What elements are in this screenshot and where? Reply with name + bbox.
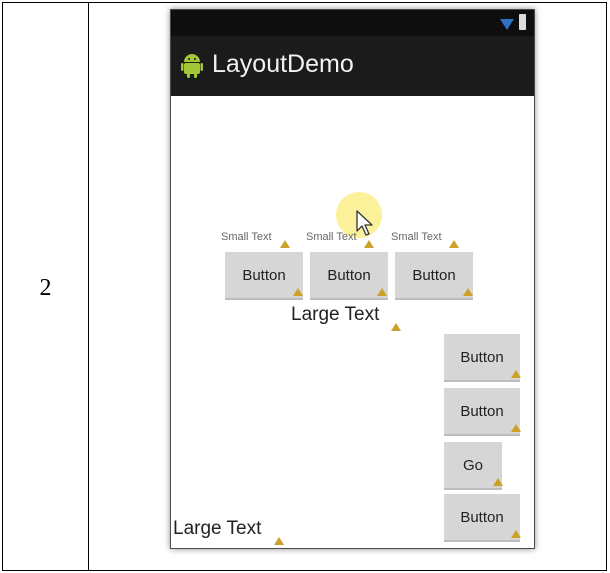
mouse-pointer-icon <box>356 210 373 236</box>
app-title: LayoutDemo <box>212 50 354 78</box>
warning-icon <box>463 288 473 296</box>
right-button-2[interactable]: Button <box>444 388 520 436</box>
warning-icon <box>511 370 521 378</box>
status-bar <box>171 10 534 36</box>
layout-content: Small Text Small Text Small Text Button … <box>171 96 534 548</box>
large-text-center: Large Text <box>291 304 380 325</box>
warning-icon <box>511 424 521 432</box>
table-column-divider <box>88 3 89 570</box>
top-button-1[interactable]: Button <box>225 252 303 300</box>
warning-icon <box>377 288 387 296</box>
warning-icon <box>364 240 374 248</box>
row-number: 2 <box>39 275 52 301</box>
phone-screenshot: LayoutDemo Small Text Small Text Small T… <box>170 9 535 549</box>
warning-icon <box>391 323 401 331</box>
top-button-3[interactable]: Button <box>395 252 473 300</box>
wifi-icon <box>500 19 514 30</box>
small-text-3: Small Text <box>391 231 442 243</box>
warning-icon <box>511 530 521 538</box>
warning-icon <box>493 478 503 486</box>
android-icon <box>181 54 203 78</box>
right-button-4[interactable]: Button <box>444 494 520 542</box>
small-text-1: Small Text <box>221 231 272 243</box>
warning-icon <box>274 537 284 545</box>
small-text-2: Small Text <box>306 231 357 243</box>
right-button-1[interactable]: Button <box>444 334 520 382</box>
warning-icon <box>449 240 459 248</box>
battery-icon <box>519 14 526 30</box>
action-bar: LayoutDemo <box>171 36 534 96</box>
document-table: 2 LayoutDemo Small Text Small Text Small… <box>2 2 607 571</box>
large-text-bottom: Large Text <box>173 518 262 539</box>
warning-icon <box>293 288 303 296</box>
warning-icon <box>280 240 290 248</box>
